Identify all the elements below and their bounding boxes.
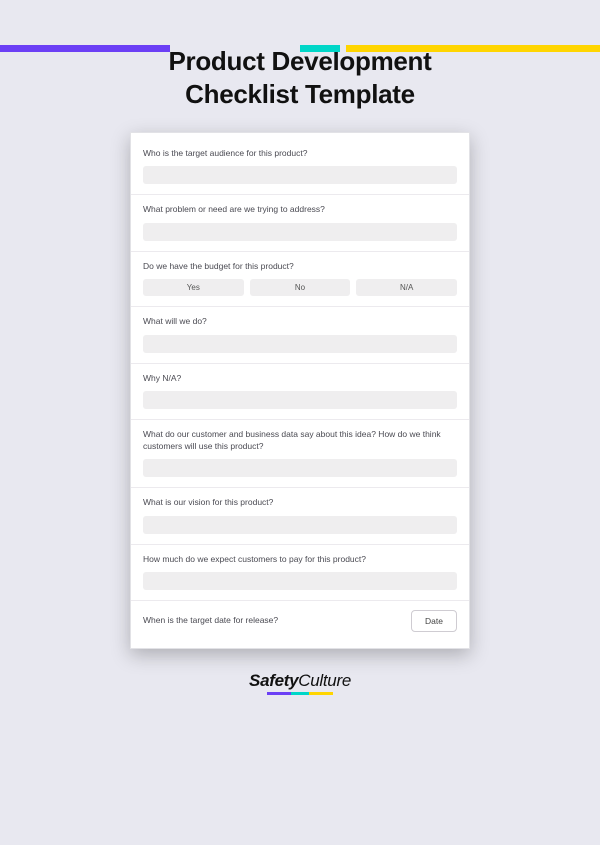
question-label: What do our customer and business data s… xyxy=(143,429,457,452)
option-row: Yes No N/A xyxy=(143,279,457,296)
question-price: How much do we expect customers to pay f… xyxy=(131,545,469,601)
logo-underline xyxy=(267,692,333,695)
question-label: What will we do? xyxy=(143,316,457,327)
option-no[interactable]: No xyxy=(250,279,351,296)
answer-input[interactable] xyxy=(143,166,457,184)
option-yes[interactable]: Yes xyxy=(143,279,244,296)
question-vision: What is our vision for this product? xyxy=(131,488,469,544)
question-customer-data: What do our customer and business data s… xyxy=(131,420,469,488)
question-label: Why N/A? xyxy=(143,373,457,384)
answer-input[interactable] xyxy=(143,335,457,353)
question-why-na: Why N/A? xyxy=(131,364,469,420)
answer-input[interactable] xyxy=(143,572,457,590)
question-label: When is the target date for release? xyxy=(143,615,278,626)
decorative-top-stripe xyxy=(0,45,600,52)
question-label: What problem or need are we trying to ad… xyxy=(143,204,457,215)
date-button[interactable]: Date xyxy=(411,610,457,632)
answer-input[interactable] xyxy=(143,223,457,241)
question-target-audience: Who is the target audience for this prod… xyxy=(131,139,469,195)
page-title: Product Development Checklist Template xyxy=(0,45,600,110)
question-release-date: When is the target date for release? Dat… xyxy=(131,601,469,642)
question-problem-need: What problem or need are we trying to ad… xyxy=(131,195,469,251)
answer-input[interactable] xyxy=(143,459,457,477)
option-na[interactable]: N/A xyxy=(356,279,457,296)
answer-input[interactable] xyxy=(143,391,457,409)
answer-input[interactable] xyxy=(143,516,457,534)
question-what-will-we-do: What will we do? xyxy=(131,307,469,363)
question-label: Do we have the budget for this product? xyxy=(143,261,457,272)
checklist-card: Who is the target audience for this prod… xyxy=(130,132,470,649)
safetyculture-logo: SafetyCulture xyxy=(0,671,600,695)
question-label: How much do we expect customers to pay f… xyxy=(143,554,457,565)
question-label: Who is the target audience for this prod… xyxy=(143,148,457,159)
question-label: What is our vision for this product? xyxy=(143,497,457,508)
question-budget: Do we have the budget for this product? … xyxy=(131,252,469,307)
